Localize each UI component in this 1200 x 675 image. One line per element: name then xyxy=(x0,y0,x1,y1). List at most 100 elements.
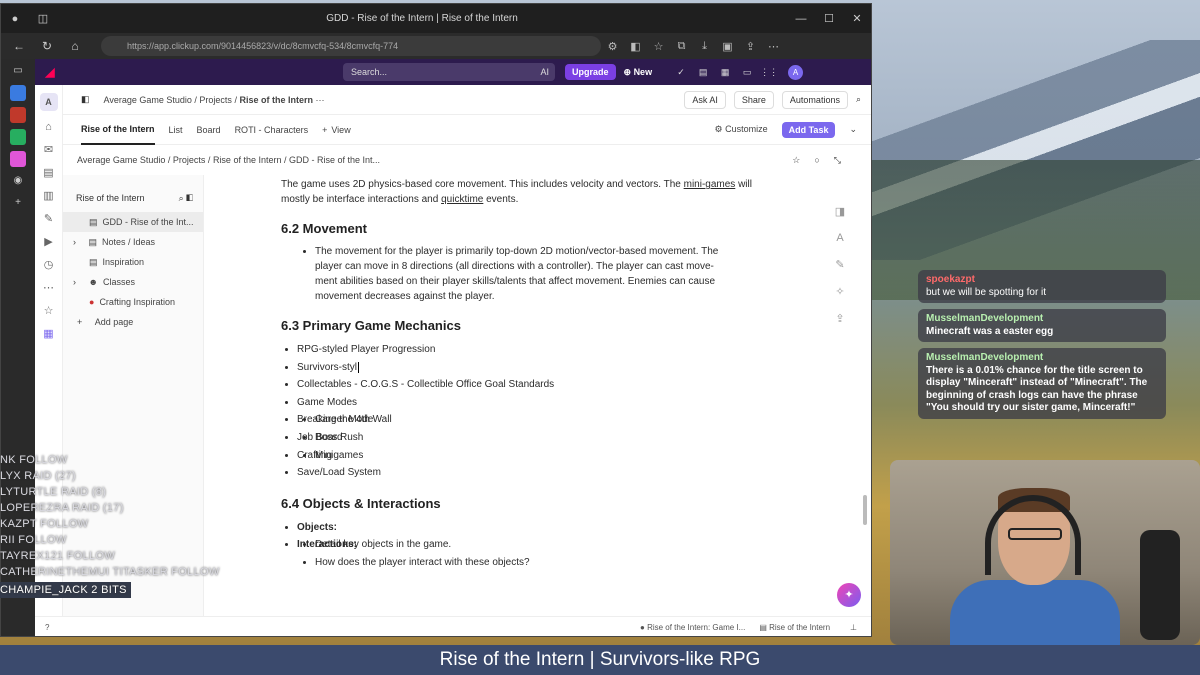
sidebar-toggle-icon[interactable]: ◧ xyxy=(81,94,90,105)
search-icon[interactable]: ⌕ ◧ xyxy=(179,193,193,204)
minimize-icon[interactable]: — xyxy=(787,13,815,25)
settings-icon[interactable]: ⋯ xyxy=(762,40,785,53)
customize-button[interactable]: ⚙ Customize xyxy=(715,124,768,135)
refresh-icon[interactable]: ↻ xyxy=(33,39,61,53)
clips-icon[interactable]: ▶ xyxy=(42,235,56,249)
page-icon: ● xyxy=(89,297,95,307)
screenshot-icon[interactable]: ▣ xyxy=(716,40,739,53)
home-icon[interactable]: ⌂ xyxy=(42,120,56,134)
customize-label: Customize xyxy=(725,124,768,134)
workspace-badge[interactable]: A xyxy=(39,93,58,111)
profile-icon[interactable]: ● xyxy=(1,13,29,25)
export-icon[interactable]: ⇪ xyxy=(835,312,844,325)
list-item[interactable]: Survivors-styl xyxy=(297,359,761,377)
breadcrumb-item[interactable]: Rise of the Intern xyxy=(239,95,313,105)
search-icon[interactable]: ⌕ xyxy=(856,94,861,105)
app-icon[interactable] xyxy=(10,151,26,167)
event-item: KAZPT FOLLOW xyxy=(0,518,89,530)
automations-button[interactable]: Automations xyxy=(781,90,848,109)
add-icon[interactable]: + xyxy=(10,195,26,211)
ai-assistant-button[interactable]: ✦ xyxy=(837,583,861,607)
bottom-link[interactable]: ▤ Rise of the Intern xyxy=(759,623,830,632)
add-page-button[interactable]: + Add page xyxy=(63,312,203,332)
favorites-icon[interactable]: ☆ xyxy=(647,40,670,53)
add-icon: + xyxy=(77,317,83,327)
new-button[interactable]: ⊕ New xyxy=(624,67,653,78)
close-icon[interactable]: ✕ xyxy=(843,12,871,25)
scrollbar[interactable] xyxy=(863,495,867,525)
breadcrumb-item[interactable]: Rise of the Intern xyxy=(213,155,282,165)
text-format-icon[interactable]: A xyxy=(836,232,843,244)
chevron-right-icon[interactable]: › xyxy=(73,272,76,292)
breadcrumb-item[interactable]: Projects xyxy=(173,155,206,165)
whiteboards-icon[interactable]: ✎ xyxy=(42,212,56,226)
edit-icon[interactable]: ✎ xyxy=(835,258,844,271)
tab-title[interactable]: GDD - Rise of the Intern | Rise of the I… xyxy=(57,13,787,24)
app-icon[interactable] xyxy=(10,107,26,123)
sidebar-item-inspiration[interactable]: ▤ Inspiration xyxy=(63,252,203,272)
add-view-button[interactable]: + View xyxy=(322,125,351,135)
add-task-button[interactable]: Add Task xyxy=(781,121,836,138)
apps-icon[interactable]: ⋮⋮ xyxy=(758,67,780,78)
outline-icon[interactable]: ◨ xyxy=(835,205,845,218)
notepad-icon[interactable]: ▤ xyxy=(692,67,714,78)
favorites-icon[interactable]: ☆ xyxy=(42,304,56,318)
doc-body[interactable]: The game uses 2D physics-based core move… xyxy=(281,175,761,636)
docs-icon[interactable]: ▤ xyxy=(42,166,56,180)
more-options-icon[interactable]: ··· xyxy=(315,95,324,105)
tab-board[interactable]: Board xyxy=(197,125,221,135)
user-avatar[interactable]: A xyxy=(788,64,804,80)
maximize-icon[interactable]: ☐ xyxy=(815,12,843,25)
share-icon[interactable]: ⇪ xyxy=(739,40,762,53)
tab-characters[interactable]: ROTI - Characters xyxy=(235,125,309,135)
upgrade-button[interactable]: Upgrade xyxy=(565,64,616,80)
pin-icon[interactable]: ⊥ xyxy=(850,623,857,632)
extension-icon[interactable]: ⚙ xyxy=(601,40,624,53)
breadcrumb-item[interactable]: Average Game Studio xyxy=(104,95,192,105)
spaces-icon[interactable]: ▦ xyxy=(42,327,56,341)
share-button[interactable]: Share xyxy=(733,90,774,109)
url-field[interactable]: https://app.clickup.com/9014456823/v/dc/… xyxy=(101,36,601,56)
doc-icon[interactable]: ▭ xyxy=(736,67,758,78)
workspaces-icon[interactable]: ◫ xyxy=(29,12,57,25)
sidebar-item-classes[interactable]: › ☻ Classes xyxy=(63,272,203,292)
app-icon[interactable] xyxy=(10,129,26,145)
check-icon[interactable]: ✓ xyxy=(670,67,692,78)
split-screen-icon[interactable]: ◧ xyxy=(624,40,647,53)
help-icon[interactable]: ? xyxy=(45,623,49,632)
ai-search-label[interactable]: AI xyxy=(540,63,549,81)
sidebar-item-crafting[interactable]: ● Crafting Inspiration xyxy=(63,292,203,312)
dashboards-icon[interactable]: ▥ xyxy=(42,189,56,203)
app-icon[interactable] xyxy=(10,85,26,101)
sidebar-item-gdd[interactable]: ▤ GDD - Rise of the Int... xyxy=(63,212,203,232)
home-icon[interactable]: ⌂ xyxy=(61,39,89,53)
calendar-icon[interactable]: ▦ xyxy=(714,67,736,78)
quicktime-link[interactable]: quicktime xyxy=(441,194,483,205)
inbox-icon[interactable]: ✉ xyxy=(42,143,56,157)
star-icon[interactable]: ☆ xyxy=(792,155,814,165)
magic-icon[interactable]: ✧ xyxy=(835,285,844,298)
downloads-icon[interactable]: ⤓ xyxy=(693,40,716,53)
tab-list[interactable]: List xyxy=(169,125,183,135)
search-input[interactable]: Search... AI xyxy=(343,63,555,81)
sidebar-item-notes[interactable]: › ▤ Notes / Ideas xyxy=(63,232,203,252)
collapse-icon[interactable]: ⤡ xyxy=(834,155,855,165)
ask-ai-button[interactable]: Ask AI xyxy=(684,90,726,109)
breadcrumb-item[interactable]: Projects xyxy=(199,95,232,105)
chevron-down-icon[interactable]: ⌄ xyxy=(849,124,857,135)
app-icon[interactable]: ◉ xyxy=(10,173,26,189)
more-icon[interactable]: ⋯ xyxy=(42,281,56,295)
movement-item: The movement for the player is primarily… xyxy=(315,244,761,304)
clickup-logo-icon[interactable]: ◢ xyxy=(35,65,65,79)
bottom-link[interactable]: ● Rise of the Intern: Game I... xyxy=(640,623,745,632)
mini-games-link[interactable]: mini-games xyxy=(684,179,736,190)
tabs-icon[interactable]: ▭ xyxy=(10,63,26,79)
tab-overview[interactable]: Rise of the Intern xyxy=(81,115,155,145)
breadcrumb-item[interactable]: GDD - Rise of the Int... xyxy=(289,155,380,165)
back-icon[interactable]: ← xyxy=(5,39,33,53)
timer-icon[interactable]: ◷ xyxy=(42,258,56,272)
breadcrumb-item[interactable]: Average Game Studio xyxy=(77,155,165,165)
collections-icon[interactable]: ⧉ xyxy=(670,40,693,53)
chevron-right-icon[interactable]: › xyxy=(73,232,76,252)
comment-icon[interactable]: ○ xyxy=(814,155,833,165)
